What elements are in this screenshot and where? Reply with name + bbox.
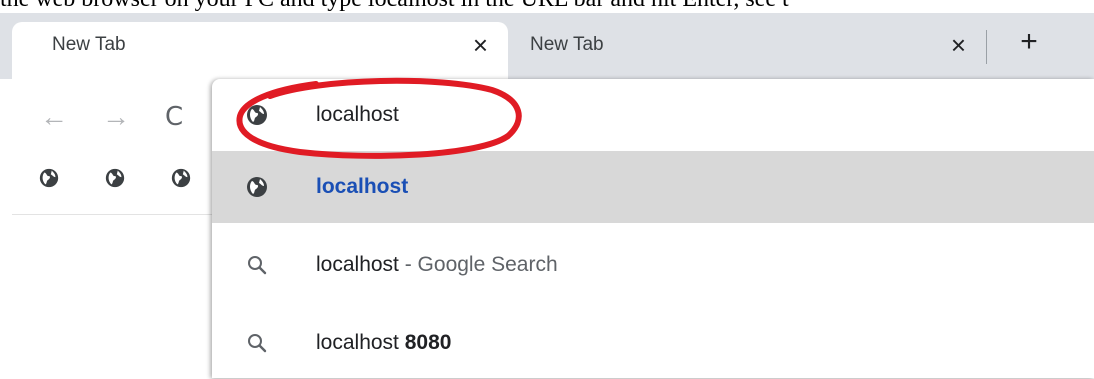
suggestion-suffix: - Google Search bbox=[398, 253, 558, 276]
suggestion-row-selected[interactable]: localhost bbox=[212, 151, 1094, 223]
tab-title: New Tab bbox=[530, 34, 604, 55]
forward-button[interactable]: → bbox=[102, 100, 130, 134]
new-tab-button[interactable]: + bbox=[1012, 22, 1046, 62]
suggestion-text: localhost 8080 bbox=[316, 307, 451, 379]
tab-separator bbox=[986, 30, 987, 64]
globe-icon bbox=[247, 105, 267, 125]
bookmark-globe-icon[interactable] bbox=[104, 167, 126, 189]
suggestion-row-8080[interactable]: localhost 8080 bbox=[212, 307, 1094, 379]
omnibox-input-text[interactable]: localhost bbox=[316, 79, 399, 151]
reload-button[interactable]: C bbox=[165, 100, 183, 134]
bookmark-globe-icon[interactable] bbox=[170, 167, 192, 189]
tab-new-tab-active[interactable]: New Tab × bbox=[12, 22, 508, 79]
bookmark-globe-icon[interactable] bbox=[38, 167, 60, 189]
globe-icon bbox=[247, 177, 267, 197]
close-icon[interactable]: × bbox=[473, 30, 488, 60]
suggestion-text: localhost bbox=[316, 175, 409, 198]
suggestion-query: localhost bbox=[316, 253, 399, 276]
omnibox-input-row[interactable]: localhost bbox=[212, 79, 1094, 151]
tab-title: New Tab bbox=[52, 34, 126, 55]
search-icon bbox=[248, 256, 267, 275]
caption-text: the web browser on your PC and type loca… bbox=[0, 0, 1094, 13]
back-button[interactable]: ← bbox=[40, 100, 68, 134]
search-icon bbox=[248, 334, 267, 353]
suggestion-query: localhost bbox=[316, 331, 399, 354]
suggestion-text: localhost - Google Search bbox=[316, 229, 558, 301]
close-icon[interactable]: × bbox=[951, 30, 966, 60]
suggestion-row-google-search[interactable]: localhost - Google Search bbox=[212, 229, 1094, 301]
tab-new-tab[interactable]: New Tab × bbox=[512, 22, 986, 79]
suggestion-bold-suffix: 8080 bbox=[404, 331, 452, 354]
omnibox-dropdown: localhost localhost localhost - Google S… bbox=[212, 79, 1094, 378]
